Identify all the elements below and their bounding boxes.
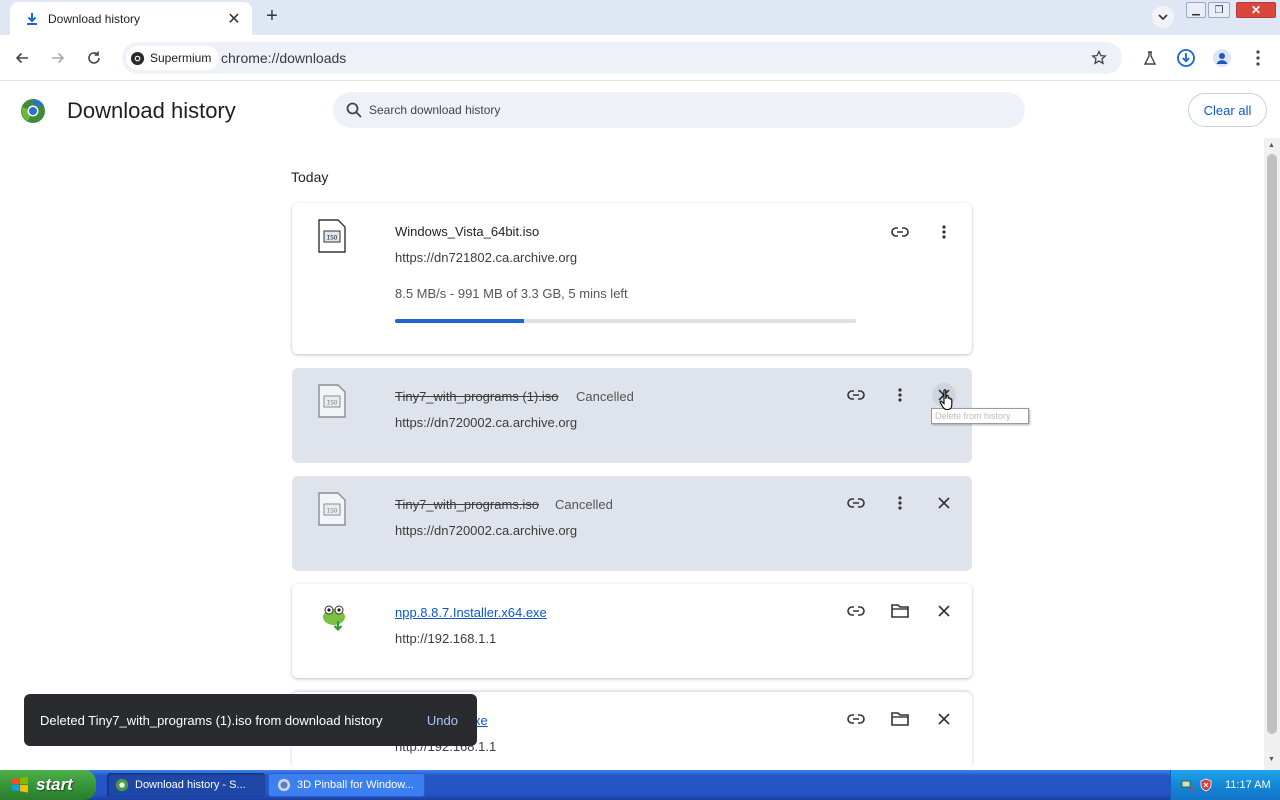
hand-cursor-icon	[939, 389, 953, 411]
copy-link-icon[interactable]	[844, 383, 868, 407]
file-name: Tiny7_with_programs.iso	[395, 497, 540, 512]
windows-flag-icon	[12, 776, 28, 793]
site-info-label: Supermium	[150, 51, 212, 65]
undo-button[interactable]: Undo	[427, 713, 458, 728]
delete-from-history-button[interactable]	[932, 491, 956, 515]
tab-strip: Download history ✕ + ▁ ❐ ✕	[0, 0, 1280, 35]
browser-menu-icon[interactable]	[1246, 46, 1270, 70]
start-label: start	[36, 775, 73, 794]
search-box[interactable]	[333, 92, 1025, 128]
chevron-down-icon	[1158, 14, 1168, 21]
delete-from-history-button[interactable]	[932, 707, 956, 731]
file-source-url[interactable]: https://dn721802.ca.archive.org	[395, 250, 577, 265]
toolbar: Supermium chrome://downloads	[0, 35, 1280, 81]
download-item: ISO Tiny7_with_programs.iso Cancelled ht…	[292, 476, 972, 571]
show-in-folder-icon[interactable]	[888, 707, 912, 731]
svg-text:ISO: ISO	[327, 235, 338, 242]
minimize-button[interactable]: ▁	[1186, 2, 1206, 18]
search-icon	[346, 102, 362, 118]
file-source-url[interactable]: http://192.168.1.1	[395, 631, 496, 646]
status-cancelled: Cancelled	[555, 497, 613, 512]
scrollbar[interactable]: ▲ ▼	[1264, 138, 1280, 770]
taskbar-item-download-history[interactable]: Download history - S...	[107, 773, 265, 797]
file-name-link[interactable]: npp.8.8.7.Installer.x64.exe	[395, 605, 547, 620]
more-vert-icon[interactable]	[888, 491, 912, 515]
scroll-down-arrow-icon[interactable]: ▼	[1268, 756, 1275, 763]
close-icon	[938, 713, 950, 725]
task-label: Download history - S...	[135, 779, 246, 791]
labs-flask-icon[interactable]	[1138, 46, 1162, 70]
close-icon	[938, 497, 950, 509]
progress-bar	[395, 319, 856, 323]
taskbar-item-pinball[interactable]: 3D Pinball for Window...	[268, 773, 425, 797]
iso-file-icon: ISO	[318, 219, 346, 253]
supermium-icon	[115, 778, 129, 792]
notepad-plus-plus-icon	[323, 605, 345, 632]
reload-icon	[88, 51, 100, 64]
file-name: Tiny7_with_programs (1).iso	[395, 389, 559, 404]
downloads-toolbar-icon[interactable]	[1174, 46, 1198, 70]
clock: 11:17 AM	[1225, 779, 1271, 791]
restore-button[interactable]: ❐	[1208, 2, 1230, 18]
file-name: Windows_Vista_64bit.iso	[395, 224, 540, 239]
tab-download-history[interactable]: Download history ✕	[10, 2, 252, 35]
delete-from-history-button[interactable]	[932, 599, 956, 623]
tab-title: Download history	[48, 11, 141, 26]
toast-notification: Deleted Tiny7_with_programs (1).iso from…	[24, 694, 477, 746]
system-tray: 11:17 AM	[1170, 770, 1280, 800]
back-button[interactable]	[10, 46, 34, 70]
download-item: ISO Windows_Vista_64bit.iso https://dn72…	[292, 203, 972, 354]
profile-avatar-icon[interactable]	[1210, 46, 1234, 70]
file-source-url[interactable]: https://dn720002.ca.archive.org	[395, 523, 577, 538]
iso-file-icon: ISO	[318, 384, 346, 418]
supermium-logo-icon	[21, 98, 45, 123]
forward-button[interactable]	[46, 46, 70, 70]
reload-button[interactable]	[82, 46, 106, 70]
start-button[interactable]: start	[0, 770, 96, 800]
folder-icon	[891, 712, 909, 726]
close-icon	[938, 605, 950, 617]
site-info-chip[interactable]: Supermium	[126, 46, 220, 70]
download-item: npp.8.8.7.Installer.x64.exe http://192.1…	[292, 584, 972, 678]
taskbar: start Download history - S... 3D Pinball…	[0, 770, 1280, 800]
supermium-icon	[130, 51, 145, 65]
scroll-up-arrow-icon[interactable]: ▲	[1268, 142, 1275, 149]
download-icon	[27, 12, 37, 25]
bookmark-star-icon[interactable]	[1088, 47, 1110, 69]
folder-icon	[891, 604, 909, 618]
omnibox[interactable]: Supermium chrome://downloads	[122, 42, 1122, 74]
file-source-url[interactable]: https://dn720002.ca.archive.org	[395, 415, 577, 430]
status-cancelled: Cancelled	[576, 389, 634, 404]
more-vert-icon[interactable]	[888, 383, 912, 407]
toast-message: Deleted Tiny7_with_programs (1).iso from…	[40, 712, 383, 728]
copy-link-icon[interactable]	[844, 707, 868, 731]
back-arrow-icon	[15, 52, 28, 64]
date-header: Today	[291, 169, 329, 185]
new-tab-button[interactable]: +	[262, 5, 282, 27]
copy-link-icon[interactable]	[888, 220, 912, 244]
scroll-thumb[interactable]	[1267, 154, 1277, 734]
progress-bar-fill	[395, 319, 525, 323]
page-title: Download history	[67, 98, 236, 123]
network-icon[interactable]	[1181, 778, 1195, 792]
window-close-button[interactable]: ✕	[1236, 2, 1276, 18]
show-in-folder-icon[interactable]	[888, 599, 912, 623]
search-input[interactable]	[369, 103, 969, 117]
copy-link-icon[interactable]	[844, 599, 868, 623]
svg-text:ISO: ISO	[327, 400, 338, 407]
svg-text:ISO: ISO	[327, 508, 338, 515]
pinball-icon	[277, 778, 291, 792]
security-shield-icon[interactable]	[1199, 778, 1213, 792]
task-label: 3D Pinball for Window...	[297, 779, 414, 791]
tab-search-button[interactable]	[1152, 6, 1174, 28]
clear-all-button[interactable]: Clear all	[1188, 93, 1267, 127]
forward-arrow-icon	[52, 52, 65, 64]
url-text[interactable]: chrome://downloads	[221, 50, 346, 66]
more-vert-icon[interactable]	[932, 220, 956, 244]
progress-status-text: 8.5 MB/s - 991 MB of 3.3 GB, 5 mins left	[395, 286, 628, 301]
iso-file-icon: ISO	[318, 492, 346, 526]
copy-link-icon[interactable]	[844, 491, 868, 515]
download-item: ISO Tiny7_with_programs (1).iso Cancelle…	[292, 368, 972, 463]
tab-close-icon[interactable]: ✕	[226, 11, 242, 28]
